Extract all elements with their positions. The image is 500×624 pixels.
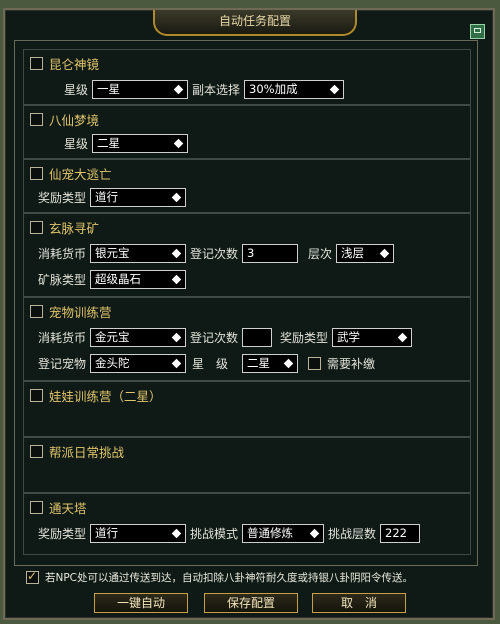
kunlun-star-value: 一星 bbox=[97, 82, 121, 96]
xuanmai-ore-value: 超级晶石 bbox=[95, 272, 142, 286]
dropdown-arrow-icon bbox=[171, 192, 182, 202]
teleport-note: 若NPC处可以通过传送到达，自动扣除八卦神符耐久度或持银八卦阴阳令传送。 bbox=[26, 569, 414, 585]
pet-reward-label: 奖励类型 bbox=[280, 330, 329, 345]
kunlun-star-select[interactable]: 一星 bbox=[92, 79, 189, 99]
dropdown-arrow-icon bbox=[171, 358, 182, 368]
pet-count-label: 登记次数 bbox=[190, 330, 239, 345]
window-title: 自动任务配置 bbox=[153, 10, 357, 36]
dropdown-arrow-icon bbox=[171, 528, 182, 538]
kunlun-dungeon-value: 30%加成 bbox=[249, 82, 298, 96]
pet-pet-value: 金头陀 bbox=[95, 356, 130, 370]
dropdown-arrow-icon bbox=[397, 332, 408, 342]
xuanmai-ore-label: 矿脉类型 bbox=[38, 272, 87, 287]
pet-star-select[interactable]: 二星 bbox=[242, 353, 299, 373]
baxian-star-label: 星级 bbox=[64, 136, 89, 151]
kunlun-dungeon-label: 副本选择 bbox=[192, 82, 241, 97]
gang-checkbox[interactable] bbox=[30, 444, 43, 458]
doll-checkbox[interactable] bbox=[30, 388, 43, 402]
baxian-star-value: 二星 bbox=[97, 136, 121, 150]
teleport-checkbox[interactable] bbox=[26, 569, 39, 584]
kunlun-star-label: 星级 bbox=[64, 82, 89, 97]
dropdown-arrow-icon bbox=[329, 84, 340, 94]
section-pet: 宠物训练营 消耗货币 金元宝 登记次数 奖励类型 武学 登记宠物 金头陀 星 级… bbox=[23, 297, 471, 381]
baxian-star-select[interactable]: 二星 bbox=[92, 133, 189, 153]
doll-title: 娃娃训练营（二星） bbox=[49, 388, 162, 404]
section-kunlun: 昆仑神镜 星级 一星 副本选择 30%加成 bbox=[23, 49, 471, 105]
section-xianzong: 仙宠大逃亡 奖励类型 道行 bbox=[23, 159, 471, 213]
xuanmai-currency-select[interactable]: 银元宝 bbox=[90, 243, 187, 263]
xuanmai-layer-label: 层次 bbox=[308, 246, 333, 261]
dropdown-arrow-icon bbox=[309, 528, 320, 538]
save-config-button[interactable]: 保存配置 bbox=[204, 593, 298, 613]
gang-title: 帮派日常挑战 bbox=[49, 444, 125, 460]
pet-checkbox[interactable] bbox=[30, 304, 43, 318]
config-panel: 昆仑神镜 星级 一星 副本选择 30%加成 八仙梦境 星级 二星 仙宠大逃亡 奖… bbox=[14, 40, 478, 566]
pet-reward-select[interactable]: 武学 bbox=[332, 327, 413, 347]
kunlun-dungeon-select[interactable]: 30%加成 bbox=[244, 79, 345, 99]
kunlun-title: 昆仑神镜 bbox=[49, 56, 100, 72]
teleport-note-text: 若NPC处可以通过传送到达，自动扣除八卦神符耐久度或持银八卦阴阳令传送。 bbox=[45, 572, 414, 584]
section-baxian: 八仙梦境 星级 二星 bbox=[23, 105, 471, 159]
dropdown-arrow-icon bbox=[283, 358, 294, 368]
xuanmai-count-label: 登记次数 bbox=[190, 246, 239, 261]
section-xuanmai: 玄脉寻矿 消耗货币 银元宝 登记次数 3 层次 浅层 矿脉类型 超级晶石 bbox=[23, 213, 471, 297]
pet-need-label: 需要补缴 bbox=[327, 356, 376, 371]
xianzong-reward-label: 奖励类型 bbox=[38, 190, 87, 205]
tower-floors-value: 222 bbox=[385, 526, 407, 540]
dropdown-arrow-icon bbox=[171, 248, 182, 258]
xuanmai-layer-value: 浅层 bbox=[341, 246, 365, 260]
baxian-checkbox[interactable] bbox=[30, 112, 43, 126]
section-gang: 帮派日常挑战 bbox=[23, 437, 471, 493]
kunlun-checkbox[interactable] bbox=[30, 56, 43, 70]
xuanmai-layer-select[interactable]: 浅层 bbox=[336, 243, 395, 263]
xianzong-reward-value: 道行 bbox=[95, 190, 119, 204]
tower-floors-label: 挑战层数 bbox=[328, 526, 377, 541]
dropdown-arrow-icon bbox=[379, 248, 390, 258]
pet-star-label: 星 级 bbox=[192, 356, 229, 371]
tower-mode-select[interactable]: 普通修炼 bbox=[242, 523, 325, 543]
pet-pet-label: 登记宠物 bbox=[38, 356, 87, 371]
pet-currency-label: 消耗货币 bbox=[38, 330, 87, 345]
xuanmai-title: 玄脉寻矿 bbox=[49, 220, 100, 236]
tower-floors-input[interactable]: 222 bbox=[380, 523, 421, 543]
tower-title: 通天塔 bbox=[49, 500, 87, 516]
dropdown-arrow-icon bbox=[173, 138, 184, 148]
dropdown-arrow-icon bbox=[173, 84, 184, 94]
pet-star-value: 二星 bbox=[247, 356, 271, 370]
dropdown-arrow-icon bbox=[171, 274, 182, 284]
xianzong-title: 仙宠大逃亡 bbox=[49, 166, 112, 182]
pet-title: 宠物训练营 bbox=[49, 304, 112, 320]
pet-pet-select[interactable]: 金头陀 bbox=[90, 353, 187, 373]
tower-mode-label: 挑战模式 bbox=[190, 526, 239, 541]
tower-reward-value: 道行 bbox=[95, 526, 119, 540]
xuanmai-count-input[interactable]: 3 bbox=[242, 243, 299, 263]
tower-reward-select[interactable]: 道行 bbox=[90, 523, 187, 543]
xuanmai-currency-value: 银元宝 bbox=[95, 246, 130, 260]
pet-reward-value: 武学 bbox=[337, 330, 361, 344]
cancel-button[interactable]: 取 消 bbox=[312, 593, 406, 613]
baxian-title: 八仙梦境 bbox=[49, 112, 100, 128]
section-doll: 娃娃训练营（二星） bbox=[23, 381, 471, 437]
xuanmai-ore-select[interactable]: 超级晶石 bbox=[90, 269, 187, 289]
pet-currency-select[interactable]: 金元宝 bbox=[90, 327, 187, 347]
tower-mode-value: 普通修炼 bbox=[247, 526, 294, 540]
section-tower: 通天塔 奖励类型 道行 挑战模式 普通修炼 挑战层数 222 bbox=[23, 493, 471, 555]
minimize-icon[interactable] bbox=[470, 24, 485, 39]
pet-count-input[interactable] bbox=[242, 327, 273, 347]
tower-checkbox[interactable] bbox=[30, 500, 43, 514]
xianzong-reward-select[interactable]: 道行 bbox=[90, 187, 187, 207]
pet-currency-value: 金元宝 bbox=[95, 330, 130, 344]
dropdown-arrow-icon bbox=[171, 332, 182, 342]
pet-need-checkbox[interactable] bbox=[308, 356, 322, 370]
xuanmai-count-value: 3 bbox=[247, 246, 255, 260]
tower-reward-label: 奖励类型 bbox=[38, 526, 87, 541]
xuanmai-currency-label: 消耗货币 bbox=[38, 246, 87, 261]
auto-all-button[interactable]: 一键自动 bbox=[94, 593, 188, 613]
xianzong-checkbox[interactable] bbox=[30, 166, 43, 180]
xuanmai-checkbox[interactable] bbox=[30, 220, 43, 234]
